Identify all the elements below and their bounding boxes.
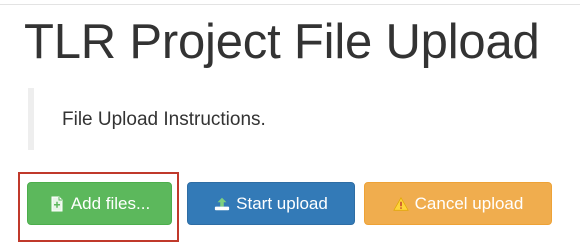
cancel-upload-button[interactable]: Cancel upload bbox=[364, 182, 552, 225]
top-divider bbox=[0, 4, 580, 5]
add-files-button[interactable]: Add files... bbox=[27, 182, 172, 225]
file-plus-icon bbox=[49, 196, 65, 212]
cancel-upload-label: Cancel upload bbox=[414, 193, 524, 213]
warning-icon bbox=[392, 196, 409, 212]
add-files-label: Add files... bbox=[70, 193, 151, 213]
start-upload-button[interactable]: Start upload bbox=[187, 182, 355, 225]
instructions-block: File Upload Instructions. bbox=[28, 88, 328, 150]
page-title: TLR Project File Upload bbox=[24, 15, 540, 69]
upload-icon bbox=[214, 196, 230, 212]
start-upload-label: Start upload bbox=[236, 193, 328, 213]
instructions-text: File Upload Instructions. bbox=[62, 109, 266, 130]
